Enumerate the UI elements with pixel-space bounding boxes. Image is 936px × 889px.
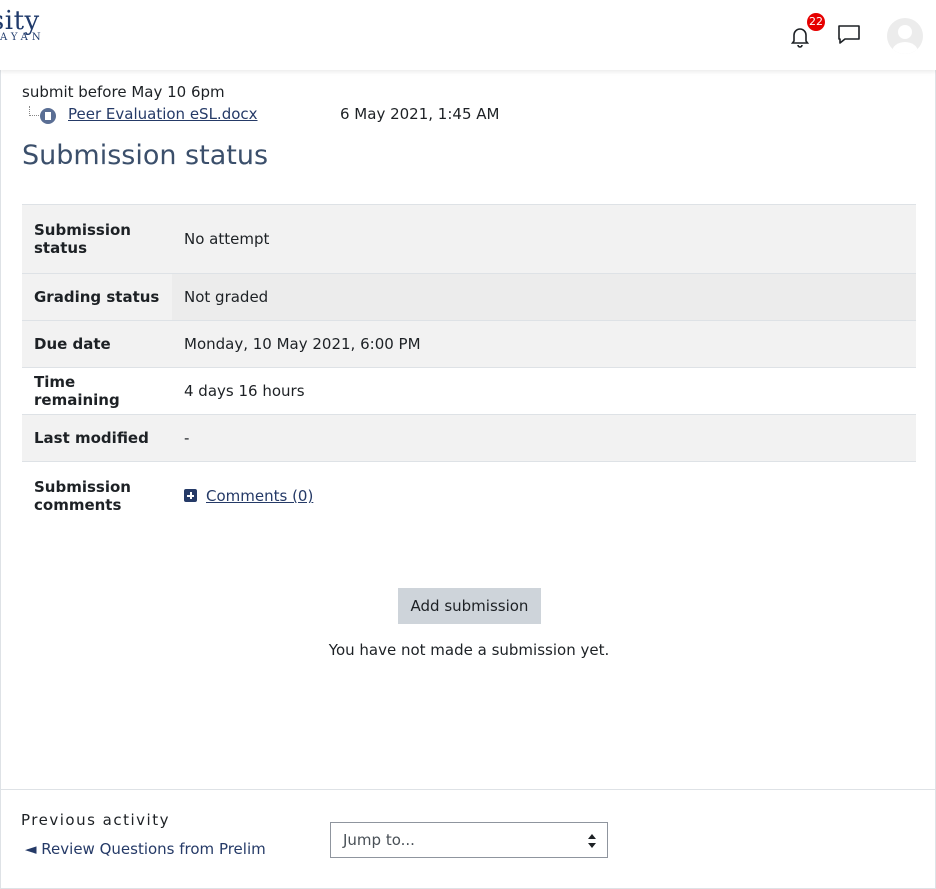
- top-navbar: rsity AYAN 22: [0, 0, 936, 70]
- attachment-file-link[interactable]: Peer Evaluation eSL.docx: [68, 105, 258, 123]
- row-label: Time remaining: [22, 367, 172, 415]
- table-row: Grading status Not graded: [22, 273, 916, 321]
- submission-status-table: Submission status No attempt Grading sta…: [22, 204, 916, 531]
- table-row: Last modified -: [22, 414, 916, 462]
- row-value: No attempt: [172, 204, 916, 274]
- row-value: 4 days 16 hours: [172, 367, 916, 415]
- select-arrows-icon: [588, 834, 596, 848]
- assignment-intro: submit before May 10 6pm: [22, 83, 225, 101]
- row-value: -: [172, 414, 916, 462]
- previous-activity-label: Previous activity: [21, 811, 170, 829]
- table-row: Due date Monday, 10 May 2021, 6:00 PM: [22, 320, 916, 368]
- activity-navigation: Previous activity ◄ Review Questions fro…: [0, 789, 936, 889]
- comments-link[interactable]: Comments (0): [206, 487, 313, 505]
- table-row: Submission status No attempt: [22, 204, 916, 274]
- row-label: Submission comments: [22, 461, 172, 531]
- expand-plus-icon[interactable]: [184, 489, 197, 503]
- row-label: Last modified: [22, 414, 172, 462]
- submission-status-heading: Submission status: [22, 140, 269, 171]
- no-submission-message: You have not made a submission yet.: [328, 641, 610, 659]
- table-row: Time remaining 4 days 16 hours: [22, 367, 916, 415]
- row-label: Submission status: [22, 204, 172, 274]
- previous-activity-link[interactable]: ◄ Review Questions from Prelim: [25, 840, 266, 858]
- row-value: Monday, 10 May 2021, 6:00 PM: [172, 320, 916, 368]
- site-logo[interactable]: rsity AYAN: [0, 8, 44, 42]
- messages-chat-icon[interactable]: [836, 22, 862, 46]
- tree-connector: [29, 106, 39, 116]
- logo-subtext: AYAN: [0, 32, 44, 42]
- attachment-date: 6 May 2021, 1:45 AM: [340, 105, 500, 123]
- table-row: Submission comments Comments (0): [22, 461, 916, 531]
- row-label: Due date: [22, 320, 172, 368]
- jump-to-select[interactable]: Jump to...: [330, 822, 608, 858]
- jump-to-selected-value: Jump to...: [343, 831, 415, 849]
- add-submission-button[interactable]: Add submission: [398, 588, 541, 624]
- row-value: Not graded: [172, 273, 916, 321]
- document-file-icon: [40, 108, 56, 124]
- notification-count-badge: 22: [807, 13, 825, 31]
- main-content: submit before May 10 6pm Peer Evaluation…: [0, 70, 936, 790]
- row-label: Grading status: [22, 273, 172, 321]
- row-value: Comments (0): [172, 461, 916, 531]
- user-avatar[interactable]: [887, 18, 923, 54]
